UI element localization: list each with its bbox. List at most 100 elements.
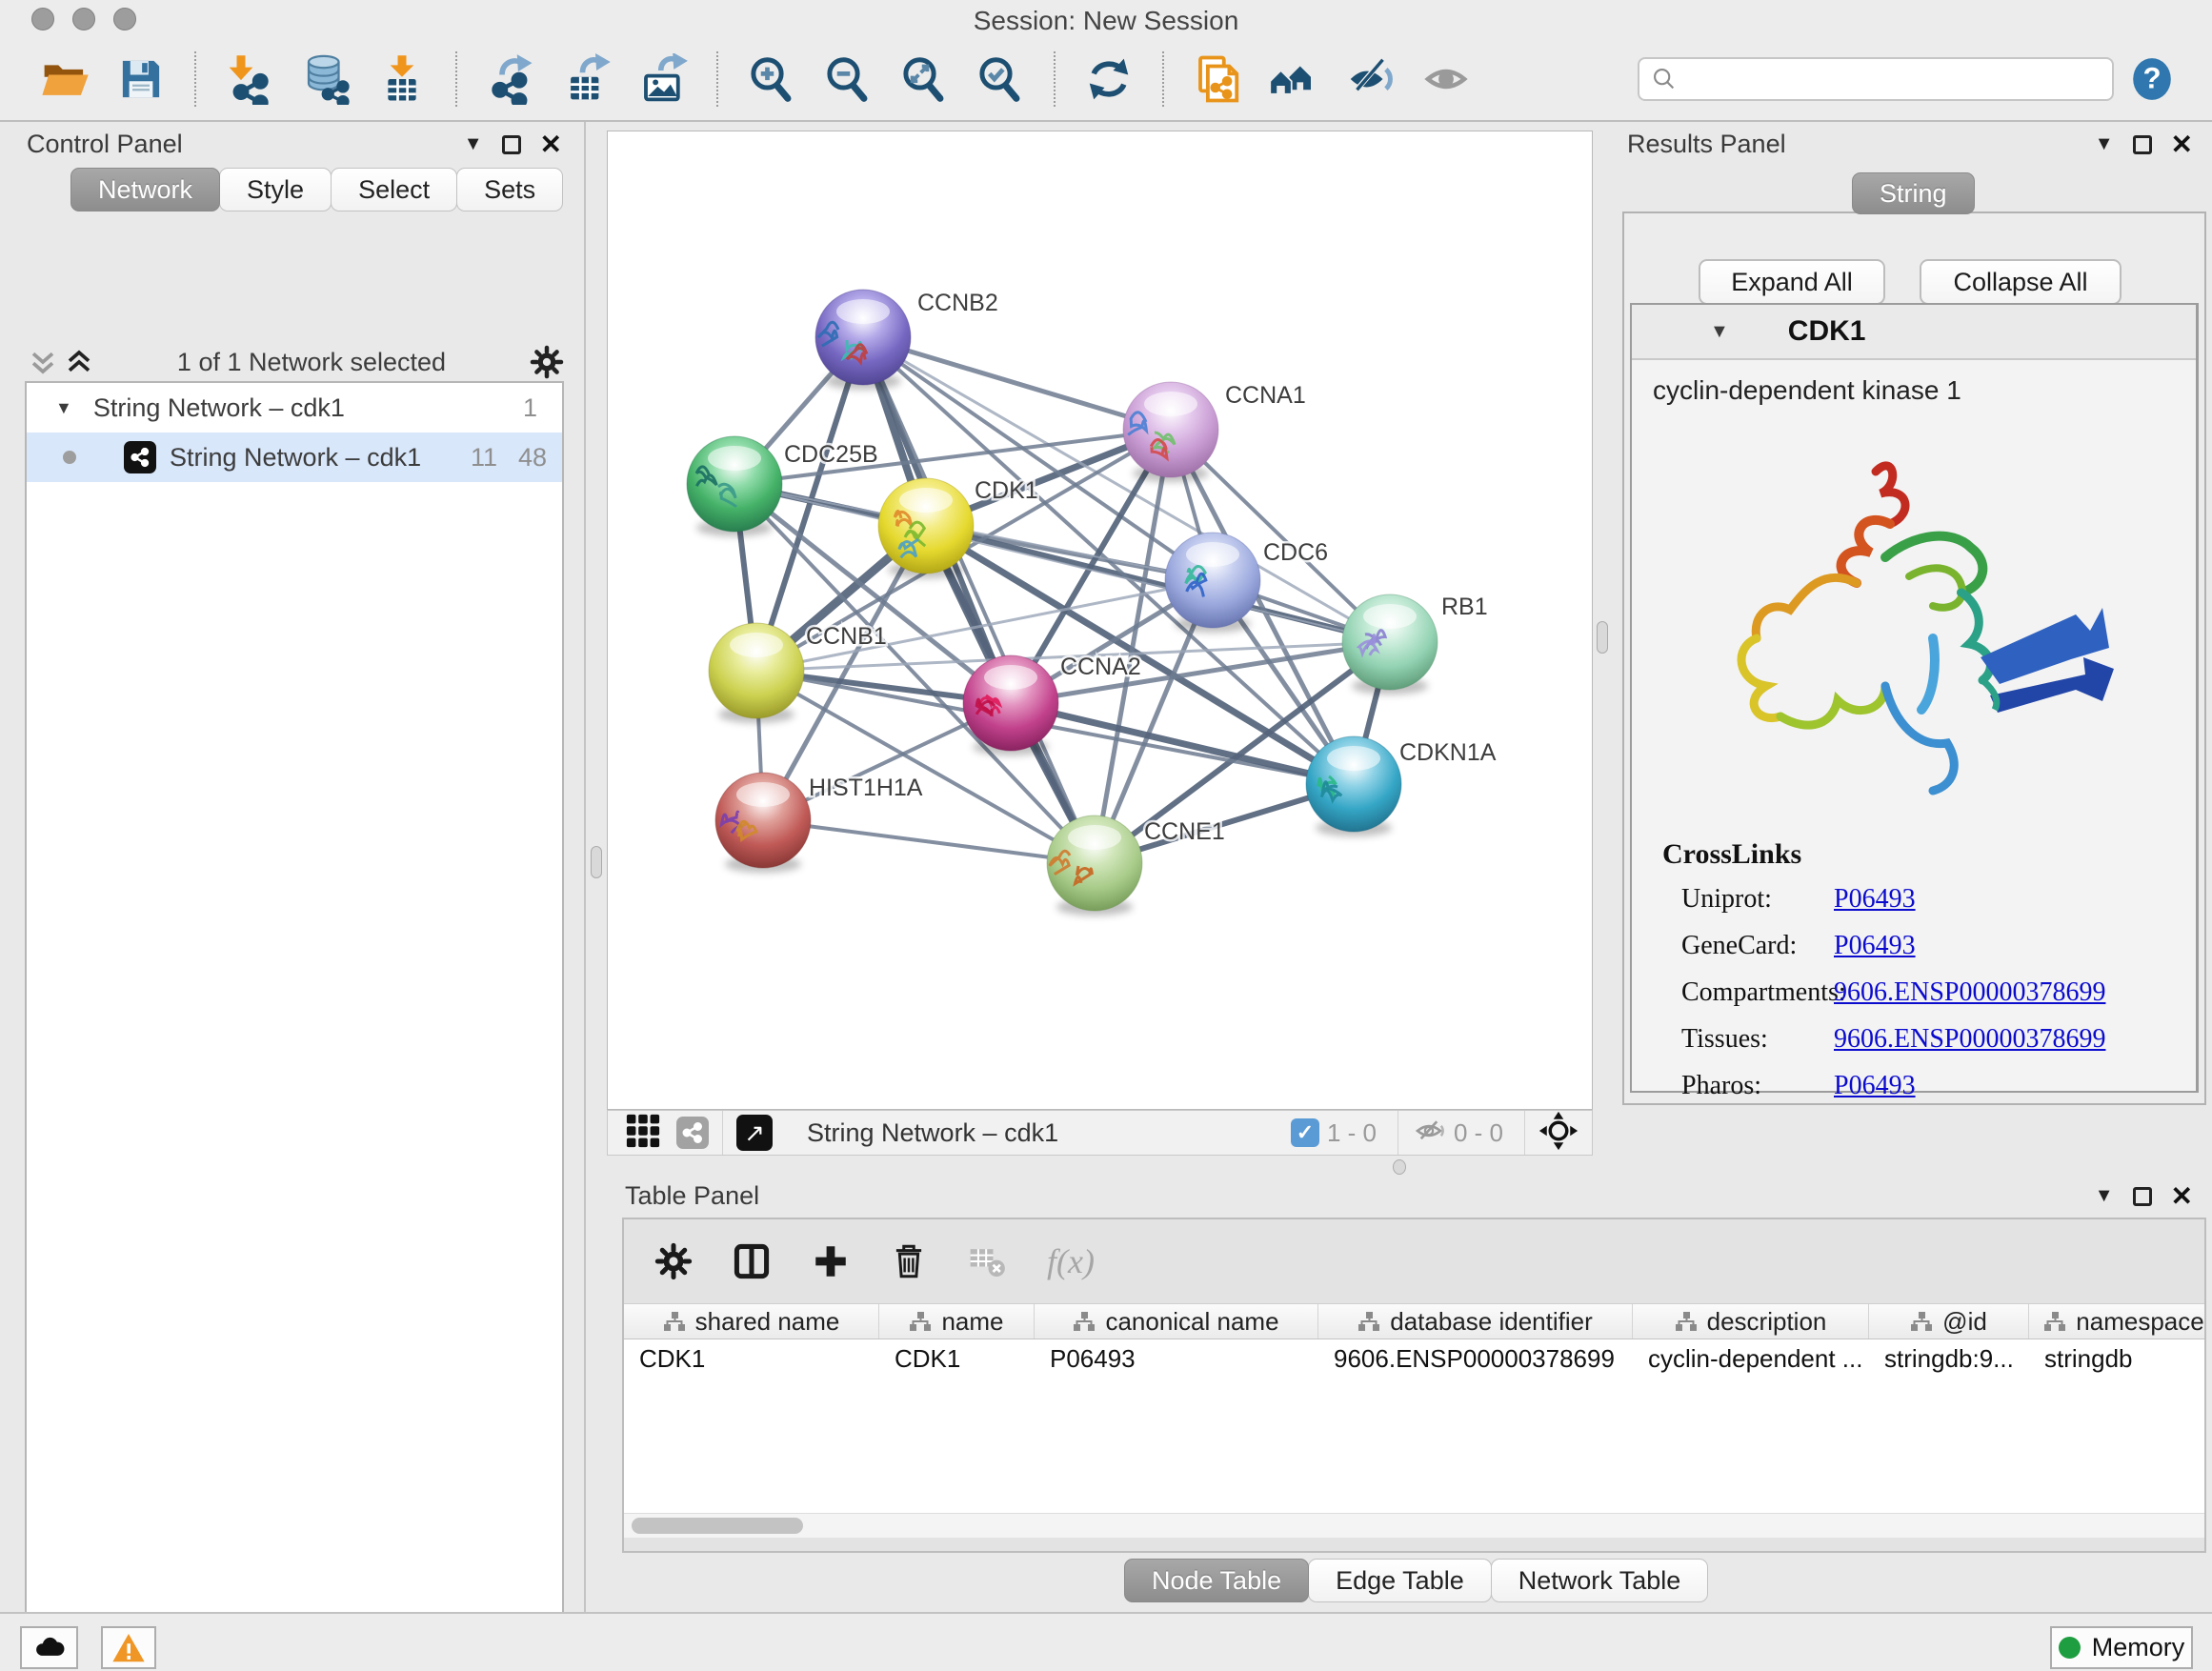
float-panel-icon[interactable]: [2133, 1187, 2152, 1206]
export-image-icon[interactable]: [635, 51, 691, 107]
help-icon[interactable]: ?: [2124, 51, 2180, 107]
network-edge-CCNA2-CDKN1A[interactable]: [1011, 703, 1354, 784]
column-header-shared-name[interactable]: shared name: [624, 1304, 879, 1339]
import-network-from-database-icon[interactable]: [298, 51, 353, 107]
close-panel-icon[interactable]: ✕: [2171, 1187, 2193, 1206]
table-row[interactable]: CDK1CDK1P064939606.ENSP00000378699cyclin…: [624, 1339, 2204, 1378]
float-panel-icon[interactable]: [2133, 135, 2152, 154]
collection-expander-icon[interactable]: ▼: [55, 398, 72, 418]
column-header-database-identifier[interactable]: database identifier: [1318, 1304, 1633, 1339]
tab-select[interactable]: Select: [331, 168, 457, 211]
add-column-icon[interactable]: [811, 1241, 851, 1281]
tab-sets[interactable]: Sets: [456, 168, 563, 211]
network-edge-HIST1H1A-CCNE1[interactable]: [763, 820, 1095, 863]
column-header-namespace[interactable]: namespace: [2029, 1304, 2206, 1339]
open-session-icon[interactable]: [37, 51, 92, 107]
zoom-in-icon[interactable]: [744, 51, 799, 107]
search-box[interactable]: [1638, 57, 2114, 101]
network-node-CDKN1A[interactable]: [1306, 736, 1401, 836]
table-cell[interactable]: cyclin-dependent ...: [1633, 1339, 1869, 1378]
table-cell[interactable]: CDK1: [879, 1339, 1035, 1378]
expand-all-networks-icon[interactable]: [65, 348, 93, 376]
network-node-CCNE1[interactable]: [1047, 815, 1142, 916]
expand-all-button[interactable]: Expand All: [1699, 259, 1885, 305]
panel-menu-icon[interactable]: ▼: [2095, 133, 2114, 155]
hide-selected-icon[interactable]: [1342, 51, 1398, 107]
column-header--id[interactable]: @id: [1869, 1304, 2029, 1339]
network-node-CDC6[interactable]: [1165, 533, 1260, 633]
network-canvas[interactable]: CCNB2CCNA1CDC25BCDK1CDC6RB1CCNB1CCNA2CDK…: [607, 131, 1593, 1110]
network-graph[interactable]: CCNB2CCNA1CDC25BCDK1CDC6RB1CCNB1CCNA2CDK…: [608, 131, 1592, 1109]
tab-node-table[interactable]: Node Table: [1124, 1559, 1309, 1602]
table-cell[interactable]: CDK1: [624, 1339, 879, 1378]
apply-preferred-layout-icon[interactable]: [1081, 51, 1136, 107]
gene-expander-icon[interactable]: ▼: [1710, 321, 1729, 343]
float-panel-icon[interactable]: [502, 135, 521, 154]
horizontal-scrollbar[interactable]: [624, 1513, 2204, 1538]
table-cell[interactable]: stringdb: [2029, 1339, 2206, 1378]
crosslink-row: Compartments:9606.ENSP00000378699: [1681, 977, 2196, 1008]
toggle-columns-icon[interactable]: [731, 1240, 773, 1282]
tab-edge-table[interactable]: Edge Table: [1308, 1559, 1492, 1602]
column-type-icon: [1910, 1310, 1933, 1333]
close-panel-icon[interactable]: ✕: [540, 135, 562, 154]
column-header-name[interactable]: name: [879, 1304, 1035, 1339]
crosslink-link[interactable]: P06493: [1834, 931, 1916, 961]
tab-string[interactable]: String: [1852, 172, 1975, 214]
import-network-from-file-icon[interactable]: [222, 51, 277, 107]
panel-menu-icon[interactable]: ▼: [464, 133, 483, 155]
close-panel-icon[interactable]: ✕: [2171, 135, 2193, 154]
tab-network-table[interactable]: Network Table: [1491, 1559, 1709, 1602]
gene-header[interactable]: ▼ CDK1: [1632, 305, 2196, 360]
search-input[interactable]: [1678, 65, 2101, 94]
collapse-all-networks-icon[interactable]: [29, 348, 57, 376]
tab-network[interactable]: Network: [70, 168, 220, 211]
network-edge-CCNB2-CCNA1[interactable]: [863, 337, 1171, 430]
network-node-RB1[interactable]: [1342, 594, 1438, 695]
table-options-gear-icon[interactable]: [654, 1242, 693, 1280]
network-badge-icon[interactable]: [676, 1117, 709, 1149]
import-table-from-file-icon[interactable]: [374, 51, 430, 107]
export-network-icon[interactable]: [483, 51, 538, 107]
selected-checkbox-icon[interactable]: ✓: [1291, 1118, 1319, 1147]
export-table-icon[interactable]: [559, 51, 614, 107]
clone-network-icon[interactable]: [1190, 51, 1245, 107]
zoom-fit-content-icon[interactable]: [896, 51, 952, 107]
horizontal-splitter-grip[interactable]: [1393, 1159, 1406, 1175]
show-hide-graphics-details-icon[interactable]: [1266, 51, 1321, 107]
network-collection-row[interactable]: ▼ String Network – cdk1 1: [27, 383, 562, 433]
tab-style[interactable]: Style: [219, 168, 332, 211]
warnings-button[interactable]: [101, 1626, 156, 1669]
crosslink-link[interactable]: 9606.ENSP00000378699: [1834, 1024, 2105, 1055]
crosslink-link[interactable]: P06493: [1834, 1071, 1916, 1101]
cloud-button[interactable]: [20, 1626, 78, 1669]
crosslink-label: GeneCard:: [1681, 931, 1834, 961]
save-session-icon[interactable]: [113, 51, 169, 107]
panel-menu-icon[interactable]: ▼: [2095, 1185, 2114, 1207]
collection-label: String Network – cdk1: [93, 393, 345, 423]
zoom-out-icon[interactable]: [820, 51, 875, 107]
birds-eye-view-icon[interactable]: [625, 1113, 661, 1154]
network-options-gear-icon[interactable]: [530, 345, 564, 379]
scrollbar-thumb[interactable]: [632, 1518, 803, 1534]
network-node-CCNB1[interactable]: [709, 623, 804, 723]
column-header-description[interactable]: description: [1633, 1304, 1869, 1339]
table-cell[interactable]: P06493: [1035, 1339, 1318, 1378]
network-row[interactable]: String Network – cdk1 11 48: [27, 433, 562, 482]
crosslink-link[interactable]: P06493: [1834, 884, 1916, 915]
delete-columns-icon[interactable]: [889, 1241, 929, 1281]
network-node-CDK1[interactable]: [878, 478, 974, 578]
column-header-canonical-name[interactable]: canonical name: [1035, 1304, 1318, 1339]
memory-button[interactable]: Memory: [2050, 1626, 2193, 1669]
fit-window-icon[interactable]: ↗: [736, 1115, 773, 1151]
vertical-splitter-grip[interactable]: [1597, 621, 1608, 654]
node-position-icon[interactable]: [1538, 1111, 1579, 1156]
table-cell[interactable]: stringdb:9...: [1869, 1339, 2029, 1378]
zoom-selected-region-icon[interactable]: [973, 51, 1028, 107]
network-node-HIST1H1A[interactable]: [715, 773, 811, 873]
network-node-CCNA1[interactable]: [1123, 382, 1218, 482]
crosslink-link[interactable]: 9606.ENSP00000378699: [1834, 977, 2105, 1008]
vertical-splitter-grip[interactable]: [591, 846, 602, 878]
table-cell[interactable]: 9606.ENSP00000378699: [1318, 1339, 1633, 1378]
collapse-all-button[interactable]: Collapse All: [1920, 259, 2122, 305]
